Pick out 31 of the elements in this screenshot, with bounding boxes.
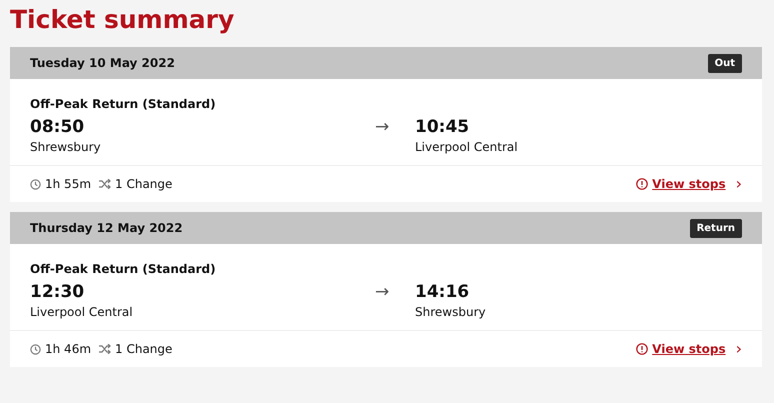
- departure-time: 12:30: [30, 281, 86, 303]
- departure-time: 08:50: [30, 116, 86, 138]
- arrival-time: 10:45: [415, 116, 470, 138]
- fare-name: Off-Peak Return (Standard): [30, 261, 217, 278]
- journey-duration: 1h 55m: [45, 176, 92, 193]
- departure-station: Liverpool Central: [30, 304, 134, 321]
- warning-icon: [636, 343, 648, 355]
- fare-name: Off-Peak Return (Standard): [30, 96, 217, 113]
- journey-duration: 1h 46m: [45, 341, 92, 358]
- journey-date: Tuesday 10 May 2022: [30, 55, 175, 72]
- warning-icon: [636, 178, 648, 190]
- arrival-station: Liverpool Central: [415, 139, 518, 156]
- chevron-icon: ›: [736, 341, 742, 357]
- arrival-time: 14:16: [415, 281, 470, 303]
- change-count: 1 Change: [115, 176, 172, 193]
- chevron-icon: ›: [736, 176, 742, 192]
- shuffle-icon: [99, 179, 112, 189]
- clock-icon: [30, 178, 41, 190]
- direction-tag: Return: [690, 218, 742, 238]
- view-stops-link[interactable]: View stops: [652, 175, 726, 193]
- page-title: Ticket summary: [10, 4, 236, 36]
- journey-date: Thursday 12 May 2022: [30, 220, 183, 237]
- direction-tag: Out: [708, 54, 742, 72]
- view-stops-link[interactable]: View stops: [652, 340, 726, 358]
- clock-icon: [30, 344, 41, 354]
- change-count: 1 Change: [115, 341, 172, 358]
- arrow-icon: →: [375, 282, 390, 302]
- arrow-icon: →: [375, 117, 390, 137]
- departure-station: Shrewsbury: [30, 139, 102, 156]
- arrival-station: Shrewsbury: [415, 304, 486, 321]
- shuffle-icon: [99, 344, 112, 354]
